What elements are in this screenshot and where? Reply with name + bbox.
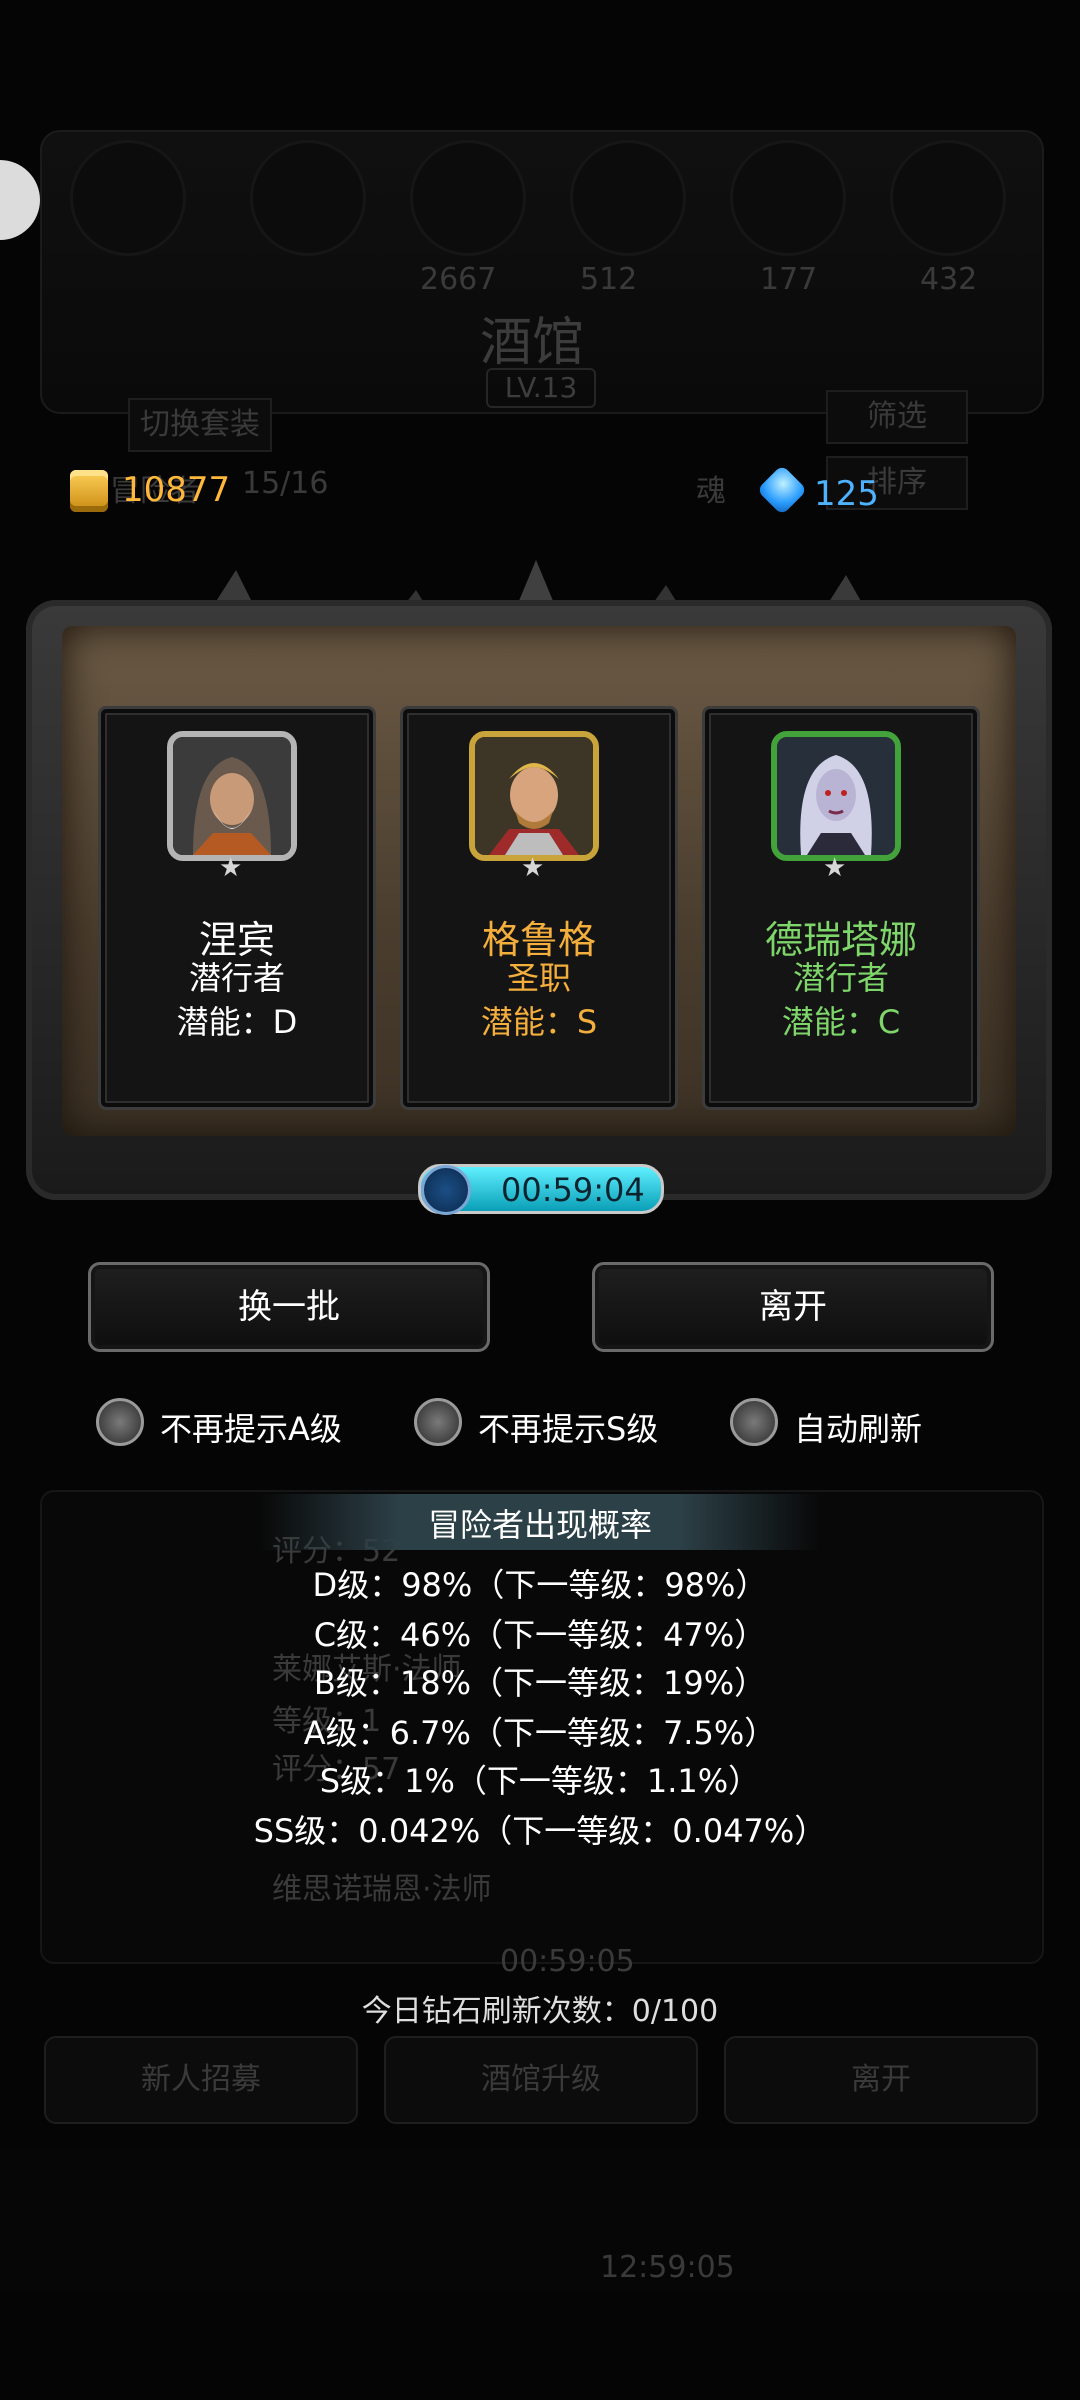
background-stat: 512 xyxy=(580,262,638,297)
radio-button[interactable] xyxy=(730,1398,778,1446)
radio-button[interactable] xyxy=(96,1398,144,1446)
hero-card[interactable]: ★ 涅宾 潜行者 潜能：D xyxy=(98,706,376,1110)
background-bottom-bar xyxy=(0,2150,1080,2290)
probability-line: C级：46%（下一等级：47%） xyxy=(313,1616,767,1654)
recruit-panel: ★ 涅宾 潜行者 潜能：D ★ 格鲁格 圣职 潜能：S ★ 德瑞塔娜 潜行者 潜… xyxy=(26,560,1052,1200)
leave-button[interactable]: 离开 xyxy=(592,1262,994,1352)
hero-class: 潜行者 xyxy=(188,959,285,997)
diamond-amount: 125 xyxy=(814,474,879,514)
hero-portrait xyxy=(469,731,599,861)
radio-button[interactable] xyxy=(414,1398,462,1446)
background-equipment-slot xyxy=(730,140,846,256)
option-label: 自动刷新 xyxy=(794,1410,923,1448)
star-icon: ★ xyxy=(219,853,243,883)
probability-line: S级：1%（下一等级：1.1%） xyxy=(319,1762,761,1800)
refresh-timer: 00:59:04 xyxy=(418,1164,664,1215)
background-filter-button: 筛选 xyxy=(826,390,968,444)
background-stat: 177 xyxy=(760,262,818,297)
hero-portrait xyxy=(771,731,901,861)
blond-warrior-avatar-icon xyxy=(475,737,593,855)
hooded-man-avatar-icon xyxy=(173,737,291,855)
background-recruit-button: 新人招募 xyxy=(44,2036,358,2124)
probability-line: SS级：0.042%（下一等级：0.047%） xyxy=(253,1812,827,1850)
hero-class: 潜行者 xyxy=(792,959,889,997)
background-timer: 00:59:05 xyxy=(500,1944,635,1979)
hero-potential: 潜能：S xyxy=(480,1003,598,1041)
refresh-batch-button[interactable]: 换一批 xyxy=(88,1262,490,1352)
background-stat: 2667 xyxy=(420,262,497,297)
probability-line: D级：98%（下一等级：98%） xyxy=(312,1566,768,1604)
background-equipment-slot xyxy=(410,140,526,256)
hero-portrait xyxy=(167,731,297,861)
background-list-text: 维思诺瑞恩·法师 xyxy=(272,1872,492,1907)
star-icon: ★ xyxy=(521,853,545,883)
background-equipment-slot xyxy=(890,140,1006,256)
refresh-timer-text: 00:59:04 xyxy=(501,1171,645,1209)
background-leave-button: 离开 xyxy=(724,2036,1038,2124)
background-switch-outfit-button: 切换套装 xyxy=(128,398,272,452)
daily-refresh-count: 今日钻石刷新次数：0/100 xyxy=(361,1994,719,2029)
hero-potential: 潜能：C xyxy=(781,1003,901,1041)
background-stat: 432 xyxy=(920,262,978,297)
hero-potential: 潜能：D xyxy=(176,1003,298,1041)
background-adventurer-count: 15/16 xyxy=(242,466,329,501)
star-icon: ★ xyxy=(823,853,847,883)
clock-icon xyxy=(421,1165,471,1215)
hero-card[interactable]: ★ 德瑞塔娜 潜行者 潜能：C xyxy=(702,706,980,1110)
background-equipment-slot xyxy=(250,140,366,256)
probability-line: B级：18%（下一等级：19%） xyxy=(313,1664,767,1702)
background-title: 酒馆 xyxy=(480,313,585,373)
option-label: 不再提示A级 xyxy=(160,1410,342,1448)
gold-amount: 10877 xyxy=(122,470,231,510)
background-level: LV.13 xyxy=(486,368,596,408)
probability-line: A级：6.7%（下一等级：7.5%） xyxy=(303,1714,777,1752)
background-bottom-timer: 12:59:05 xyxy=(600,2250,735,2285)
gold-coin-icon xyxy=(70,470,108,512)
elf-woman-avatar-icon xyxy=(777,737,895,855)
option-label: 不再提示S级 xyxy=(478,1410,659,1448)
hero-card[interactable]: ★ 格鲁格 圣职 潜能：S xyxy=(400,706,678,1110)
background-soul-label: 魂 xyxy=(696,474,726,509)
hero-class: 圣职 xyxy=(506,959,571,997)
probability-title: 冒险者出现概率 xyxy=(427,1506,652,1544)
background-upgrade-button: 酒馆升级 xyxy=(384,2036,698,2124)
background-equipment-slot xyxy=(570,140,686,256)
background-equipment-slot xyxy=(70,140,186,256)
